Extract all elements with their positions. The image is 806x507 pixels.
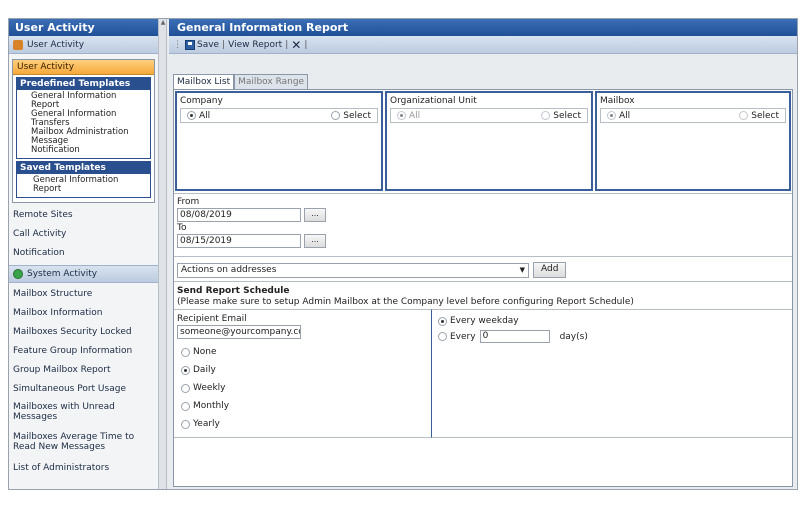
company-select-radio[interactable]: Select	[331, 111, 371, 121]
frequency-none-radio[interactable]: None	[177, 347, 428, 357]
to-date-picker-button[interactable]: ...	[304, 234, 326, 248]
tab-mailbox-range[interactable]: Mailbox Range	[234, 74, 309, 89]
page-title: General Information Report	[169, 19, 797, 36]
frequency-daily-radio[interactable]: Daily	[177, 365, 428, 375]
sidebar-item-group-mailbox-report[interactable]: Group Mailbox Report	[9, 361, 158, 380]
chevron-down-icon: ▼	[519, 266, 525, 274]
sidebar-item-list-of-administrators[interactable]: List of Administrators	[9, 459, 158, 478]
ou-select-radio[interactable]: Select	[541, 111, 581, 121]
sidebar: User Activity User Activity User Activit…	[9, 19, 159, 489]
sidebar-item-simultaneous-port-usage[interactable]: Simultaneous Port Usage	[9, 380, 158, 399]
frequency-monthly-radio[interactable]: Monthly	[177, 401, 428, 411]
company-all-radio[interactable]: All	[187, 111, 210, 121]
days-label: day(s)	[559, 331, 588, 342]
organizational-unit-filter: Organizational Unit All Select	[385, 91, 593, 191]
mailbox-all-radio[interactable]: All	[607, 111, 630, 121]
user-activity-panel: User Activity Predefined Templates Gener…	[12, 59, 155, 203]
sidebar-item-remote-sites[interactable]: Remote Sites	[9, 206, 158, 225]
tab-bar: Mailbox List Mailbox Range	[173, 74, 309, 89]
system-activity-icon	[13, 269, 23, 279]
actions-row: Actions on addresses ▼ Add	[174, 259, 792, 282]
sidebar-section-user-activity[interactable]: User Activity	[9, 36, 158, 54]
to-label: To	[177, 223, 187, 233]
toolbar-divider: |	[222, 39, 226, 50]
sidebar-item-notification[interactable]: Notification	[9, 244, 158, 263]
company-filter: Company All Select	[175, 91, 383, 191]
sidebar-item-mailboxes-average-time[interactable]: Mailboxes Average Time to Read New Messa…	[9, 429, 158, 459]
sidebar-item-mailboxes-unread[interactable]: Mailboxes with Unread Messages	[9, 399, 158, 429]
toolbar-grip-icon: ⋮	[173, 39, 182, 50]
schedule-note: (Please make sure to setup Admin Mailbox…	[177, 297, 634, 307]
saved-templates-heading: Saved Templates	[17, 162, 150, 174]
every-n-days-row: Every 0 day(s)	[438, 330, 786, 343]
every-days-input[interactable]: 0	[479, 330, 550, 343]
every-n-days-radio[interactable]	[438, 332, 447, 341]
date-range: From 08/08/2019 ... To 08/15/2019 ...	[174, 193, 792, 257]
schedule-daily-options: Every weekday Every 0 day(s)	[432, 309, 792, 438]
mailbox-select-radio[interactable]: Select	[739, 111, 779, 121]
add-button[interactable]: Add	[533, 262, 567, 278]
to-date-input[interactable]: 08/15/2019	[177, 234, 301, 248]
user-activity-icon	[13, 39, 23, 50]
every-weekday-radio[interactable]: Every weekday	[438, 316, 786, 326]
sidebar-section-system-activity[interactable]: System Activity	[9, 265, 158, 283]
ou-all-radio[interactable]: All	[397, 111, 420, 121]
actions-selected: Actions on addresses	[181, 265, 277, 275]
schedule-title: Send Report Schedule	[177, 286, 290, 296]
company-label: Company	[180, 96, 223, 106]
sidebar-item-mailbox-structure[interactable]: Mailbox Structure	[9, 285, 158, 304]
schedule-recipient-panel: Recipient Email someone@yourcompany.com …	[174, 309, 432, 438]
toolbar-divider: |	[304, 39, 308, 50]
tab-mailbox-list[interactable]: Mailbox List	[173, 74, 235, 89]
mailbox-filter: Mailbox All Select	[595, 91, 791, 191]
saved-template-item[interactable]: Report	[17, 185, 150, 194]
organizational-unit-label: Organizational Unit	[390, 96, 477, 106]
frequency-weekly-radio[interactable]: Weekly	[177, 383, 428, 393]
toolbar-divider: |	[285, 39, 289, 50]
mailbox-label: Mailbox	[600, 96, 635, 106]
from-date-input[interactable]: 08/08/2019	[177, 208, 301, 222]
save-label: Save	[197, 39, 220, 50]
predefined-templates: Predefined Templates General Information…	[16, 77, 151, 159]
view-report-button[interactable]: View Report	[228, 40, 282, 50]
report-form: Company All Select Organizational Unit A…	[173, 89, 793, 487]
sidebar-scrollbar[interactable]: ▲	[159, 19, 167, 489]
save-button[interactable]: Save	[185, 39, 220, 50]
panel-title: User Activity	[13, 60, 154, 75]
from-label: From	[177, 197, 200, 207]
template-item[interactable]: Notification	[17, 146, 150, 155]
sidebar-section-label: User Activity	[27, 39, 85, 50]
sidebar-item-call-activity[interactable]: Call Activity	[9, 225, 158, 244]
saved-templates: Saved Templates General Information Repo…	[16, 161, 151, 198]
predefined-templates-heading: Predefined Templates	[17, 78, 150, 90]
every-label: Every	[450, 331, 476, 342]
toolbar: ⋮ Save | View Report | ✕ |	[169, 36, 797, 54]
sidebar-item-feature-group-information[interactable]: Feature Group Information	[9, 342, 158, 361]
organization-filters: Company All Select Organizational Unit A…	[174, 90, 792, 193]
sidebar-item-mailbox-information[interactable]: Mailbox Information	[9, 304, 158, 323]
close-icon[interactable]: ✕	[291, 39, 301, 51]
from-date-picker-button[interactable]: ...	[304, 208, 326, 222]
app-window: User Activity User Activity User Activit…	[8, 18, 798, 490]
main-panel: General Information Report ⋮ Save | View…	[169, 19, 797, 489]
frequency-yearly-radio[interactable]: Yearly	[177, 419, 428, 429]
actions-dropdown[interactable]: Actions on addresses ▼	[177, 262, 529, 278]
save-icon	[185, 39, 195, 50]
sidebar-title: User Activity	[9, 19, 158, 36]
scroll-up-icon[interactable]: ▲	[159, 19, 167, 29]
recipient-email-input[interactable]: someone@yourcompany.com	[177, 325, 301, 339]
sidebar-item-mailboxes-security-locked[interactable]: Mailboxes Security Locked	[9, 323, 158, 342]
recipient-email-label: Recipient Email	[177, 314, 247, 324]
sidebar-group-label: System Activity	[27, 269, 98, 279]
